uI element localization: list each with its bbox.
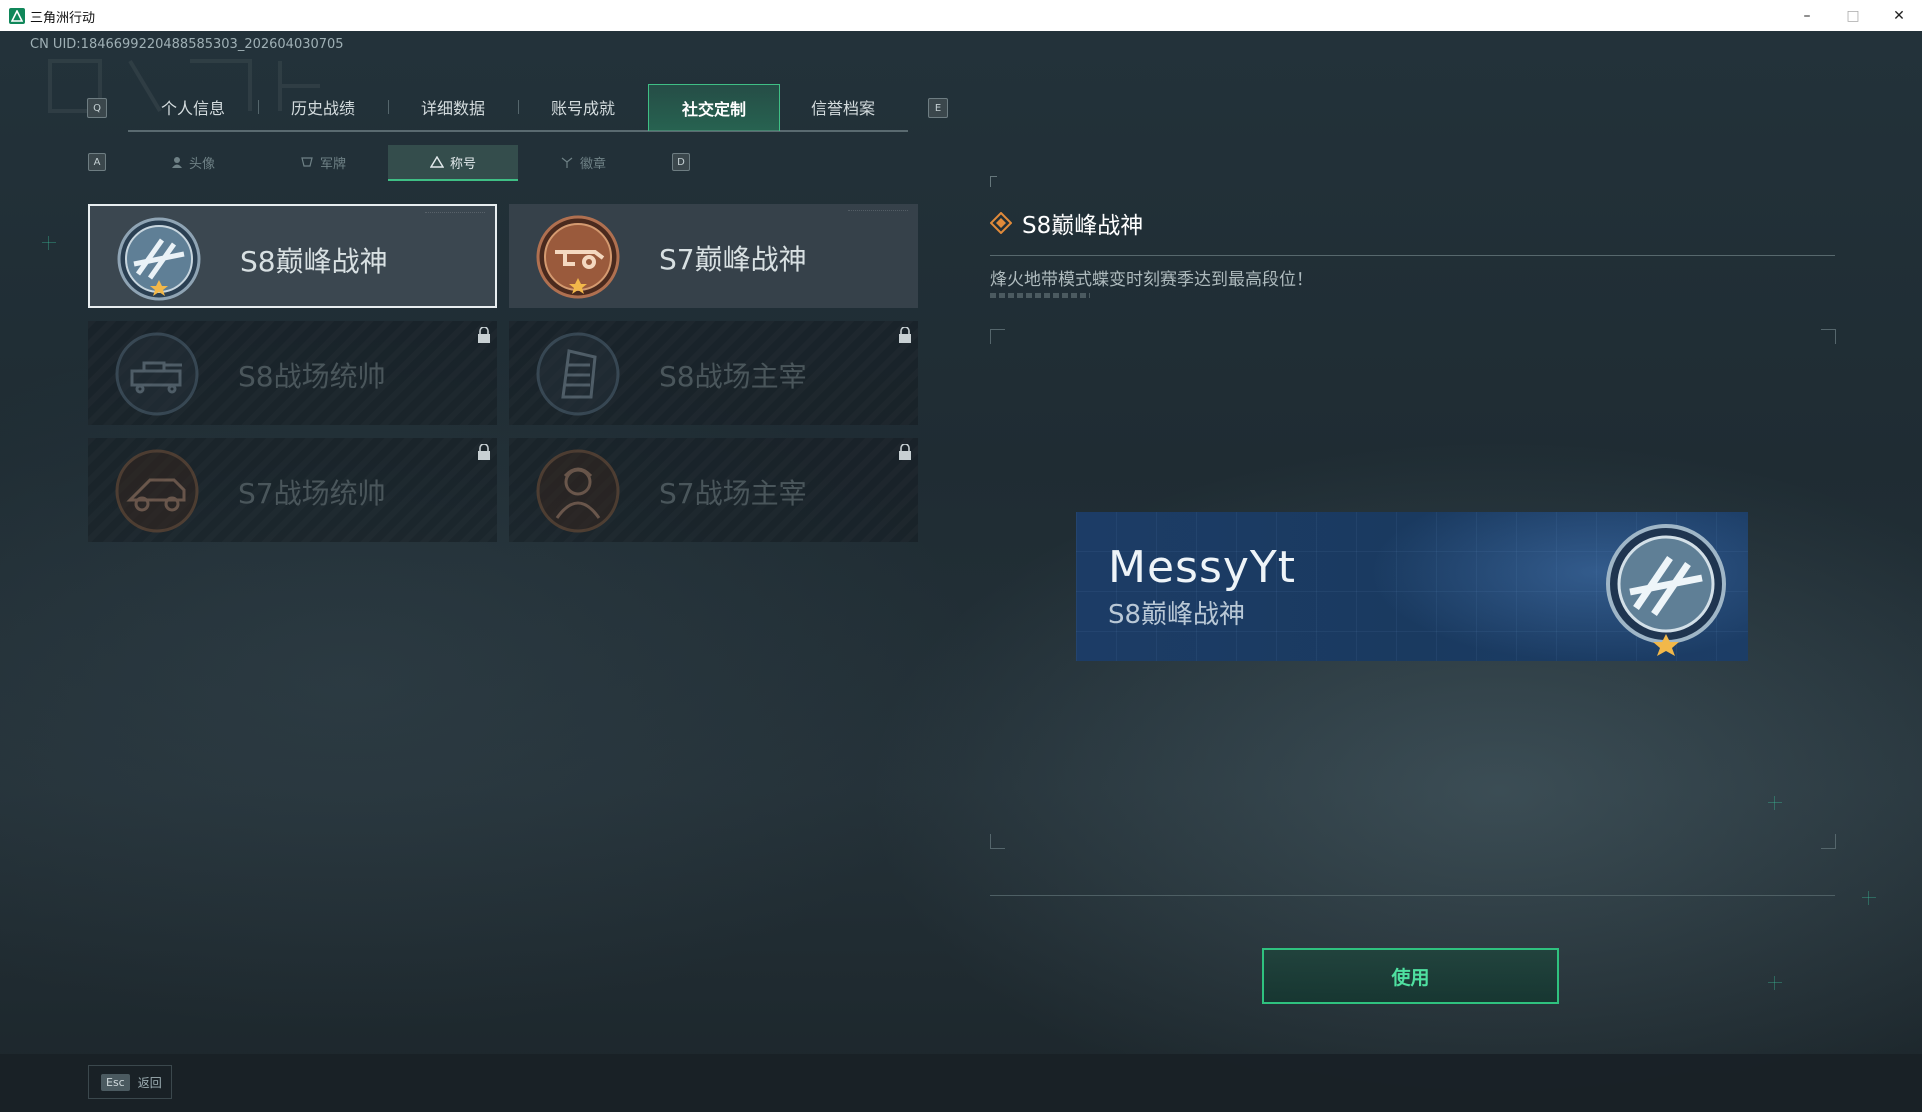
title-card-s7-dominator[interactable]: S7战场主宰 <box>509 438 918 542</box>
title-card-label: S7战场主宰 <box>659 477 807 510</box>
sub-tab-bar: 头像 军牌 称号 徽章 <box>128 145 648 181</box>
title-card-label: S7巅峰战神 <box>659 243 807 276</box>
window-title: 三角洲行动 <box>30 11 96 26</box>
prev-tab-key-hint[interactable]: Q <box>87 98 107 118</box>
title-card-s8-peak[interactable]: S8巅峰战神 <box>88 204 497 308</box>
frame-corner <box>1821 329 1836 344</box>
player-uid: CN UID:1846699220488585303_202604030705 <box>30 37 344 52</box>
subtab-title[interactable]: 称号 <box>388 145 518 181</box>
next-tab-key-hint[interactable]: E <box>928 98 948 118</box>
detail-title: S8巅峰战神 <box>1022 213 1144 239</box>
tab-reputation[interactable]: 信誉档案 <box>778 84 908 130</box>
title-preview-banner: MessyYt S8巅峰战神 <box>1076 512 1748 661</box>
next-subtab-key-hint[interactable]: D <box>672 153 690 171</box>
subtab-badge-label: 徽章 <box>579 156 606 172</box>
back-button[interactable]: Esc 返回 <box>88 1065 172 1099</box>
s8-peak-badge-icon <box>1606 524 1726 656</box>
s7-vehicle-badge-icon <box>115 449 199 533</box>
badge-icon <box>561 157 573 168</box>
footer-bar <box>0 1054 1922 1112</box>
lock-icon <box>899 327 911 343</box>
lock-icon <box>478 444 490 460</box>
app-logo-icon <box>9 8 25 24</box>
card-decoration <box>425 212 485 217</box>
detail-description: 烽火地带模式蝶变时刻赛季达到最高段位！ <box>990 270 1313 290</box>
title-card-s7-commander[interactable]: S7战场统帅 <box>88 438 497 542</box>
s8-building-badge-icon <box>536 332 620 416</box>
title-card-s8-commander[interactable]: S8战场统帅 <box>88 321 497 425</box>
use-title-button[interactable]: 使用 <box>1262 948 1559 1004</box>
detail-header: S8巅峰战神 <box>990 206 1143 240</box>
subtab-avatar[interactable]: 头像 <box>128 145 258 179</box>
decor-cross-icon <box>42 236 56 250</box>
detail-bottom-divider <box>990 895 1835 896</box>
title-card-s7-peak[interactable]: S7巅峰战神 <box>509 204 918 308</box>
decor-cross-icon <box>1862 891 1876 905</box>
subtab-badge[interactable]: 徽章 <box>518 145 648 179</box>
decor-cross-icon <box>1768 796 1782 810</box>
tab-personal-info[interactable]: 个人信息 <box>128 84 258 130</box>
decor-cross-icon <box>1768 976 1782 990</box>
detail-bracket <box>990 176 997 187</box>
s7-peak-badge-icon <box>536 215 620 299</box>
s7-soldier-badge-icon <box>536 449 620 533</box>
detail-decoration-bar <box>990 293 1090 298</box>
preview-player-name: MessyYt <box>1108 542 1297 593</box>
frame-corner <box>990 329 1005 344</box>
prev-subtab-key-hint[interactable]: A <box>88 153 106 171</box>
back-label: 返回 <box>137 1075 162 1090</box>
title-card-s8-dominator[interactable]: S8战场主宰 <box>509 321 918 425</box>
tab-achievements[interactable]: 账号成就 <box>518 84 648 130</box>
frame-corner <box>990 834 1005 849</box>
subtab-avatar-label: 头像 <box>188 156 215 172</box>
main-tab-bar: 个人信息 历史战绩 详细数据 账号成就 社交定制 信誉档案 <box>128 84 908 132</box>
game-viewport: CN UID:1846699220488585303_202604030705 … <box>0 31 1922 1112</box>
subtab-dogtag[interactable]: 军牌 <box>258 145 388 179</box>
title-grid: S8巅峰战神 S7巅峰战神 S8战场统帅 S8战场主宰 S7战场统帅 S7战场主… <box>88 204 918 550</box>
subtab-dogtag-label: 军牌 <box>319 156 346 172</box>
preview-title: S8巅峰战神 <box>1108 600 1246 630</box>
esc-key-hint: Esc <box>101 1073 130 1091</box>
person-icon <box>171 157 182 168</box>
s8-tank-badge-icon <box>115 332 199 416</box>
card-decoration <box>848 210 908 215</box>
dogtag-icon <box>301 157 313 167</box>
title-card-label: S8巅峰战神 <box>240 245 388 278</box>
lock-icon <box>478 327 490 343</box>
subtab-title-label: 称号 <box>449 156 476 172</box>
title-triangle-icon <box>429 156 444 168</box>
maximize-button[interactable]: □ <box>1830 0 1876 31</box>
title-diamond-icon <box>990 212 1012 234</box>
detail-divider <box>990 255 1835 256</box>
close-button[interactable]: ✕ <box>1876 0 1922 31</box>
minimize-button[interactable]: – <box>1784 0 1830 31</box>
title-card-label: S8战场统帅 <box>238 360 386 393</box>
s8-peak-badge-icon <box>117 217 201 301</box>
lock-icon <box>899 444 911 460</box>
tab-history[interactable]: 历史战绩 <box>258 84 388 130</box>
tab-detailed-data[interactable]: 详细数据 <box>388 84 518 130</box>
window-titlebar: 三角洲行动 – □ ✕ <box>0 0 1922 32</box>
tab-social-customize[interactable]: 社交定制 <box>648 84 780 131</box>
title-card-label: S7战场统帅 <box>238 477 386 510</box>
title-card-label: S8战场主宰 <box>659 360 807 393</box>
frame-corner <box>1821 834 1836 849</box>
